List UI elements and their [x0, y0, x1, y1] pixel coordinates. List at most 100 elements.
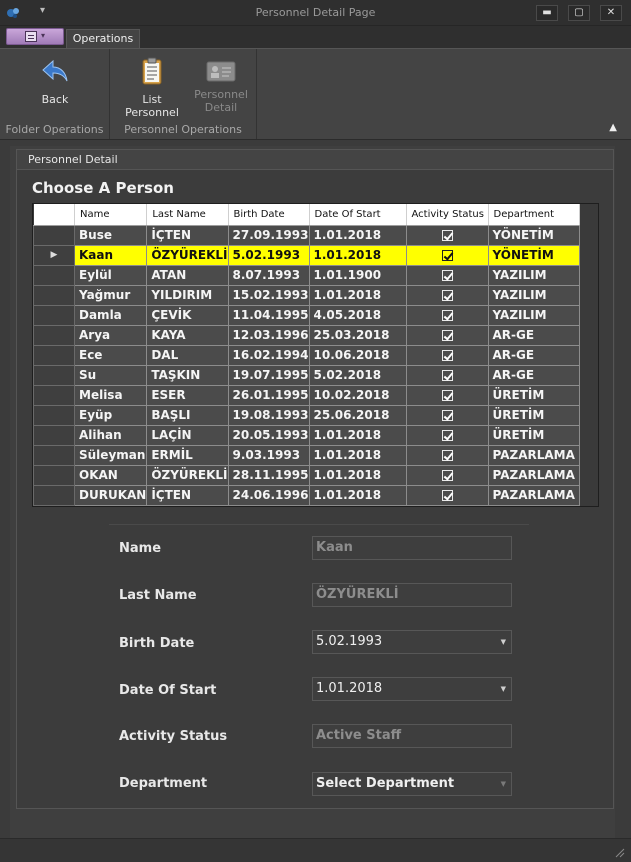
checkbox-checked-icon[interactable] — [441, 250, 453, 261]
checkbox-checked-icon[interactable] — [441, 470, 453, 481]
cell-date-of-start[interactable]: 4.05.2018 — [308, 304, 407, 326]
checkbox-checked-icon[interactable] — [441, 450, 453, 461]
cell-name[interactable]: Su — [73, 364, 148, 386]
cell-activity-status[interactable] — [405, 284, 489, 306]
department-select[interactable]: Select Department ▼ — [312, 772, 512, 796]
cell-name[interactable]: Buse — [73, 224, 148, 246]
table-row[interactable]: Su TAŞKIN 19.07.1995 5.02.2018 AR-GE — [33, 364, 580, 386]
cell-name[interactable]: Melisa — [73, 384, 148, 406]
cell-activity-status[interactable] — [405, 324, 489, 346]
checkbox-checked-icon[interactable] — [441, 270, 453, 281]
tab-operations[interactable]: Operations — [66, 29, 140, 49]
cell-department[interactable]: AR-GE — [487, 364, 580, 386]
cell-last-name[interactable]: LAÇİN — [146, 424, 229, 446]
table-row[interactable]: Alihan LAÇİN 20.05.1993 1.01.2018 ÜRETİM — [33, 424, 580, 446]
minimize-button[interactable]: ▬ — [536, 5, 558, 21]
personnel-detail-button[interactable]: Personnel Detail — [190, 55, 252, 114]
cell-activity-status[interactable] — [405, 344, 489, 366]
cell-birth-date[interactable]: 24.06.1996 — [227, 484, 310, 506]
cell-name[interactable]: Arya — [73, 324, 148, 346]
column-header-birth-date[interactable]: Birth Date — [228, 204, 310, 226]
last-name-field[interactable]: ÖZYÜREKLİ — [312, 583, 512, 607]
cell-department[interactable]: ÜRETİM — [487, 384, 580, 406]
cell-birth-date[interactable]: 19.08.1993 — [227, 404, 310, 426]
cell-name[interactable]: Yağmur — [73, 284, 148, 306]
checkbox-checked-icon[interactable] — [441, 290, 453, 301]
column-header-activity-status[interactable]: Activity Status — [406, 204, 489, 226]
cell-department[interactable]: PAZARLAMA — [487, 484, 580, 506]
cell-date-of-start[interactable]: 10.02.2018 — [308, 384, 407, 406]
cell-date-of-start[interactable]: 25.03.2018 — [308, 324, 407, 346]
cell-name[interactable]: Damla — [73, 304, 148, 326]
row-indicator[interactable] — [33, 404, 75, 426]
table-row[interactable]: Eylül ATAN 8.07.1993 1.01.1900 YAZILIM — [33, 264, 580, 286]
checkbox-checked-icon[interactable] — [441, 490, 453, 501]
table-row[interactable]: Yağmur YILDIRIM 15.02.1993 1.01.2018 YAZILIM — [33, 284, 580, 306]
back-button[interactable]: Back — [30, 55, 80, 106]
cell-activity-status[interactable] — [405, 224, 489, 246]
checkbox-checked-icon[interactable] — [441, 350, 453, 361]
chevron-down-icon[interactable]: ▼ — [501, 631, 506, 653]
cell-name[interactable]: DURUKAN — [73, 484, 148, 506]
cell-department[interactable]: YAZILIM — [487, 304, 580, 326]
checkbox-checked-icon[interactable] — [441, 390, 453, 401]
cell-last-name[interactable]: TAŞKIN — [146, 364, 229, 386]
checkbox-checked-icon[interactable] — [441, 430, 453, 441]
row-indicator[interactable] — [33, 284, 75, 306]
cell-last-name[interactable]: ÖZYÜREKLİ — [146, 464, 229, 486]
application-menu-button[interactable]: ▾ — [6, 28, 64, 45]
cell-date-of-start[interactable]: 5.02.2018 — [308, 364, 407, 386]
date-of-start-picker[interactable]: 1.01.2018 ▼ — [312, 677, 512, 701]
cell-birth-date[interactable]: 20.05.1993 — [227, 424, 310, 446]
cell-birth-date[interactable]: 16.02.1994 — [227, 344, 310, 366]
cell-activity-status[interactable] — [405, 444, 489, 466]
cell-name[interactable]: Kaan — [73, 244, 148, 266]
column-header-department[interactable]: Department — [488, 204, 580, 226]
cell-department[interactable]: YÖNETİM — [487, 224, 580, 246]
cell-activity-status[interactable] — [405, 364, 489, 386]
cell-activity-status[interactable] — [405, 384, 489, 406]
cell-name[interactable]: Alihan — [73, 424, 148, 446]
row-indicator[interactable] — [33, 304, 75, 326]
cell-last-name[interactable]: ATAN — [146, 264, 229, 286]
cell-date-of-start[interactable]: 1.01.2018 — [308, 224, 407, 246]
table-row[interactable]: Arya KAYA 12.03.1996 25.03.2018 AR-GE — [33, 324, 580, 346]
table-row[interactable]: Ece DAL 16.02.1994 10.06.2018 AR-GE — [33, 344, 580, 366]
cell-name[interactable]: Eyüp — [73, 404, 148, 426]
row-indicator[interactable] — [33, 264, 75, 286]
cell-date-of-start[interactable]: 1.01.2018 — [308, 424, 407, 446]
cell-birth-date[interactable]: 19.07.1995 — [227, 364, 310, 386]
table-row[interactable]: Buse İÇTEN 27.09.1993 1.01.2018 YÖNETİM — [33, 224, 580, 246]
name-field[interactable]: Kaan — [312, 536, 512, 560]
table-row[interactable]: DURUKAN İÇTEN 24.06.1996 1.01.2018 PAZARLAMA — [33, 484, 580, 506]
table-row[interactable]: Eyüp BAŞLI 19.08.1993 25.06.2018 ÜRETİM — [33, 404, 580, 426]
cell-last-name[interactable]: ÇEVİK — [146, 304, 229, 326]
cell-date-of-start[interactable]: 1.01.2018 — [308, 244, 407, 266]
cell-last-name[interactable]: İÇTEN — [146, 484, 229, 506]
row-indicator[interactable]: ▶ — [33, 244, 75, 266]
column-header-date-of-start[interactable]: Date Of Start — [309, 204, 407, 226]
cell-birth-date[interactable]: 15.02.1993 — [227, 284, 310, 306]
cell-department[interactable]: PAZARLAMA — [487, 444, 580, 466]
row-indicator[interactable] — [33, 424, 75, 446]
row-indicator[interactable] — [33, 344, 75, 366]
cell-department[interactable]: ÜRETİM — [487, 404, 580, 426]
cell-activity-status[interactable] — [405, 244, 489, 266]
cell-activity-status[interactable] — [405, 484, 489, 506]
row-indicator[interactable] — [33, 384, 75, 406]
cell-department[interactable]: AR-GE — [487, 324, 580, 346]
cell-date-of-start[interactable]: 1.01.2018 — [308, 444, 407, 466]
cell-date-of-start[interactable]: 10.06.2018 — [308, 344, 407, 366]
cell-department[interactable]: YÖNETİM — [487, 244, 580, 266]
table-row[interactable]: Damla ÇEVİK 11.04.1995 4.05.2018 YAZILIM — [33, 304, 580, 326]
row-indicator[interactable] — [33, 464, 75, 486]
close-button[interactable]: ✕ — [600, 5, 622, 21]
cell-last-name[interactable]: İÇTEN — [146, 224, 229, 246]
table-row[interactable]: OKAN ÖZYÜREKLİ 28.11.1995 1.01.2018 PAZARLAM… — [33, 464, 580, 486]
chevron-down-icon[interactable]: ▼ — [501, 773, 506, 795]
checkbox-checked-icon[interactable] — [441, 330, 453, 341]
checkbox-checked-icon[interactable] — [441, 230, 453, 241]
cell-date-of-start[interactable]: 1.01.2018 — [308, 484, 407, 506]
cell-activity-status[interactable] — [405, 424, 489, 446]
checkbox-checked-icon[interactable] — [441, 310, 453, 321]
